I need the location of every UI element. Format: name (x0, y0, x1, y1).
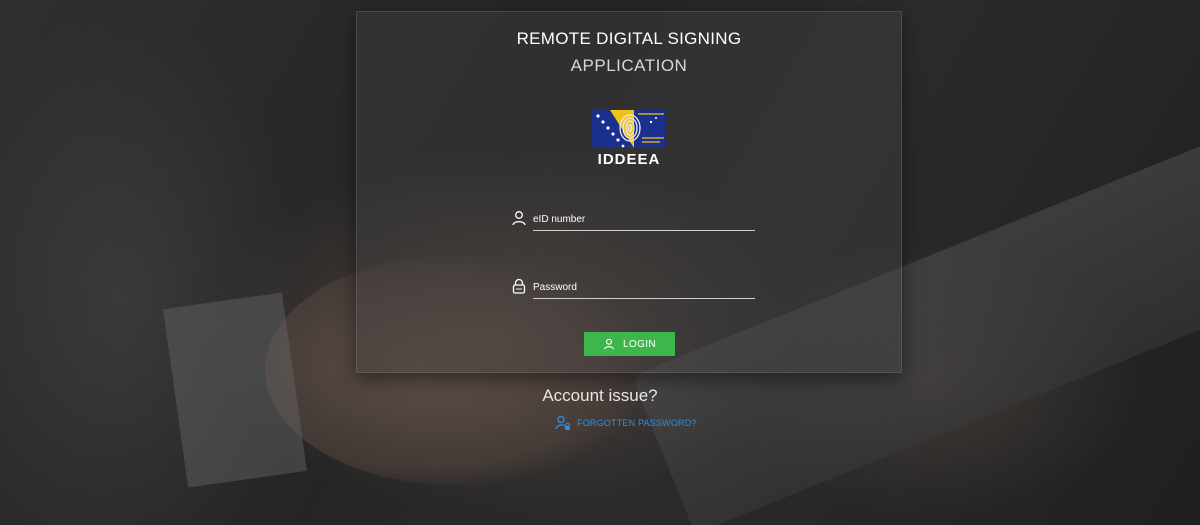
login-label: LOGIN (622, 338, 657, 350)
eid-input[interactable] (533, 208, 755, 231)
forgotten-password-label: FORGOTTEN PASSWORD? (577, 418, 697, 428)
account-issue-heading: Account issue? (542, 386, 658, 405)
lock-icon (512, 278, 526, 294)
login-card: REMOTE DIGITAL SIGNING APPLICATION IDDEE… (356, 11, 902, 373)
app-title: REMOTE DIGITAL SIGNING (516, 29, 742, 48)
logo-text: IDDEEA (597, 151, 661, 168)
login-button[interactable]: LOGIN (584, 332, 675, 356)
iddeea-emblem-icon (592, 110, 666, 148)
user-lock-icon (555, 415, 570, 430)
user-icon (603, 338, 614, 350)
app-subtitle: APPLICATION (570, 56, 688, 75)
eid-field (509, 208, 757, 236)
password-input[interactable] (533, 276, 755, 299)
forgotten-password-link[interactable]: FORGOTTEN PASSWORD? (555, 414, 697, 432)
password-field (509, 276, 757, 304)
user-icon (512, 211, 526, 226)
iddeea-logo: IDDEEA (588, 108, 670, 170)
